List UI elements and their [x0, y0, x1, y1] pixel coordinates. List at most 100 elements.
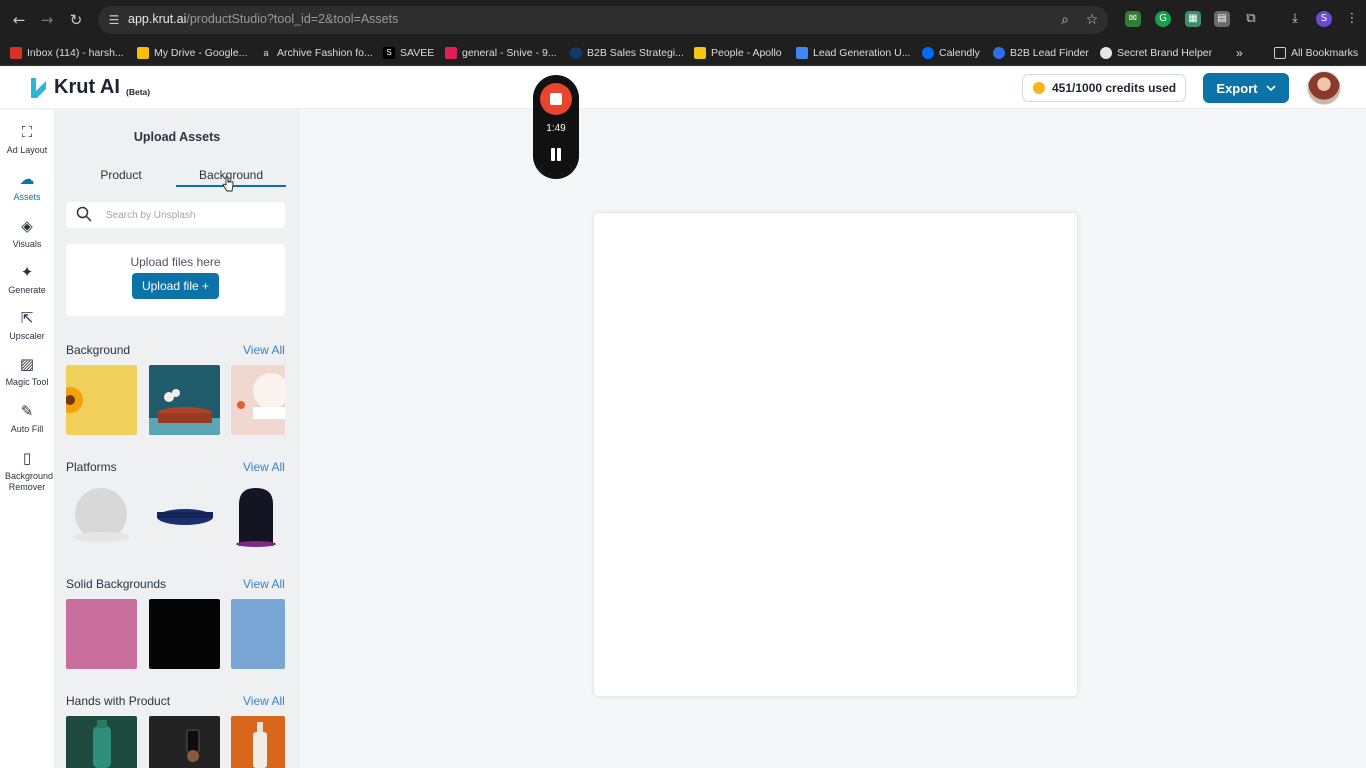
logo-text: Krut AI [54, 76, 120, 98]
document-icon: ▯ [22, 449, 32, 467]
address-bar[interactable]: ☰ app.krut.ai/productStudio?tool_id=2&to… [98, 6, 1108, 34]
bookmark-b2b-sales[interactable]: B2B Sales Strategi... [570, 44, 684, 62]
folder-icon [1274, 47, 1286, 59]
upload-dropzone[interactable]: Upload files here Upload file + [66, 244, 285, 316]
rail-label: Assets [13, 192, 41, 202]
view-all-platforms[interactable]: View All [243, 460, 285, 474]
bookmark-gmail[interactable]: Inbox (114) - harsh... [10, 44, 124, 62]
bookmark-label: Secret Brand Helper [1117, 47, 1213, 59]
credits-badge: 451/1000 credits used [1022, 74, 1186, 102]
calendly-icon [922, 47, 934, 59]
avatar[interactable] [1307, 71, 1341, 105]
hands-thumb-orange-bottle[interactable] [231, 716, 285, 768]
reload-icon[interactable]: ↻ [66, 10, 86, 30]
rail-item-auto-fill[interactable]: ✎ Auto Fill [0, 401, 54, 435]
bookmark-b2b-lead-finder[interactable]: B2B Lead Finder [993, 44, 1089, 62]
rail-item-magic-tool[interactable]: ▨ Magic Tool [0, 354, 54, 388]
platform-thumb-black-arch[interactable] [231, 482, 285, 552]
assets-panel: Upload Assets Product Background Upload … [54, 110, 300, 768]
bookmark-label: Lead Generation U... [813, 47, 911, 59]
hands-thumb-green-bottle[interactable] [66, 716, 137, 768]
rail-label: Upscaler [9, 331, 45, 341]
rail-label: Ad Layout [6, 145, 48, 155]
bookmark-label: B2B Sales Strategi... [587, 47, 684, 59]
docs-icon [796, 47, 808, 59]
more-bookmarks-icon[interactable]: » [1236, 44, 1243, 62]
extension-generic-icon[interactable]: ▤ [1214, 11, 1230, 27]
all-bookmarks-label: All Bookmarks [1291, 47, 1359, 59]
cloud-upload-icon: ☁ [19, 170, 35, 188]
star-icon[interactable]: ☆ [1083, 11, 1101, 29]
browser-toolbar: ← → ↻ ☰ app.krut.ai/productStudio?tool_i… [0, 0, 1366, 40]
solid-thumb-blue[interactable] [231, 599, 285, 669]
bookmark-savee[interactable]: S SAVEE [383, 44, 434, 62]
credits-text: 451/1000 credits used [1052, 81, 1177, 95]
extension-mail-icon[interactable]: ✉ [1125, 11, 1141, 27]
rail-item-generate[interactable]: ✦ Generate [0, 262, 54, 296]
design-canvas[interactable] [593, 212, 1078, 697]
pause-icon[interactable] [550, 148, 562, 162]
globe-icon [1100, 47, 1112, 59]
forward-arrow-icon[interactable]: → [37, 10, 57, 30]
bookmarks-bar: Inbox (114) - harsh... My Drive - Google… [0, 40, 1366, 66]
extension-grammarly-icon[interactable]: G [1155, 11, 1171, 27]
view-all-hands-with-product[interactable]: View All [243, 694, 285, 708]
magic-wand-icon: ✦ [20, 263, 34, 281]
export-button[interactable]: Export [1203, 73, 1289, 103]
stop-recording-button[interactable] [540, 83, 572, 115]
rail-label: Generate [8, 285, 46, 295]
zoom-icon[interactable]: ⌕ [1056, 11, 1074, 29]
bookmark-drive[interactable]: My Drive - Google... [137, 44, 247, 62]
lightning-icon [993, 47, 1005, 59]
tab-product[interactable]: Product [84, 168, 158, 182]
section-title-background: Background [66, 343, 131, 357]
platform-thumb-white-round[interactable] [66, 482, 137, 552]
rail-item-visuals[interactable]: ◈ Visuals [0, 216, 54, 250]
upload-file-button[interactable]: Upload file + [132, 273, 219, 299]
platform-thumb-navy-disc[interactable] [149, 482, 220, 552]
more-menu-icon[interactable]: ⋮ [1344, 11, 1360, 27]
background-thumb-pink-stage[interactable] [231, 365, 285, 435]
download-icon[interactable]: ⤓ [1287, 11, 1303, 27]
view-all-background[interactable]: View All [243, 343, 285, 357]
rail-item-upscaler[interactable]: ⇱ Upscaler [0, 308, 54, 342]
rail-label: Background Remover [5, 471, 54, 492]
solid-thumb-black[interactable] [149, 599, 220, 669]
bookmark-label: My Drive - Google... [154, 47, 248, 59]
savee-icon: S [383, 47, 395, 59]
background-thumb-yellow-flower[interactable] [66, 365, 137, 435]
solid-thumb-pink[interactable] [66, 599, 137, 669]
section-title-solid-backgrounds: Solid Backgrounds [66, 577, 167, 591]
stage-icon [237, 373, 285, 419]
bookmark-apollo[interactable]: People - Apollo [694, 44, 782, 62]
extension-sheets-icon[interactable]: ▦ [1185, 11, 1201, 27]
url-text[interactable]: app.krut.ai/productStudio?tool_id=2&tool… [128, 12, 398, 26]
bookmark-lead-generation[interactable]: Lead Generation U... [796, 44, 910, 62]
gmail-icon [10, 47, 22, 59]
back-arrow-icon[interactable]: ← [9, 10, 29, 30]
rail-item-background-remover[interactable]: ▯ Background Remover [0, 448, 54, 493]
site-info-icon[interactable]: ☰ [106, 12, 122, 28]
unsplash-search [66, 202, 285, 228]
all-bookmarks[interactable]: All Bookmarks [1274, 44, 1358, 62]
bookmark-slack[interactable]: general - Snive - 9... [445, 44, 557, 62]
tool-rail: ⛶ Ad Layout ☁ Assets ◈ Visuals ✦ Generat… [0, 110, 54, 768]
bookmark-label: B2B Lead Finder [1010, 47, 1089, 59]
hands-thumb-black-shirt[interactable] [149, 716, 220, 768]
profile-icon[interactable]: S [1316, 11, 1332, 27]
bookmark-calendly[interactable]: Calendly [922, 44, 980, 62]
screen-recorder-widget: 1:49 [533, 75, 579, 179]
export-label: Export [1216, 80, 1258, 96]
rail-item-assets[interactable]: ☁ Assets [0, 169, 54, 203]
bookmark-label: Inbox (114) - harsh... [27, 47, 124, 59]
upload-text: Upload files here [130, 255, 221, 269]
view-all-solid-backgrounds[interactable]: View All [243, 577, 285, 591]
extensions-puzzle-icon[interactable]: ⧉ [1243, 11, 1259, 27]
background-thumb-teal-podium[interactable] [149, 365, 220, 435]
rail-item-ad-layout[interactable]: ⛶ Ad Layout [0, 122, 54, 156]
search-input[interactable] [106, 207, 276, 223]
bookmark-archive[interactable]: a Archive Fashion fo... [260, 44, 373, 62]
external-link-icon: ⇱ [20, 309, 34, 327]
phone-in-hand-icon [186, 729, 200, 762]
bookmark-secret-brand-helper[interactable]: Secret Brand Helper [1100, 44, 1212, 62]
